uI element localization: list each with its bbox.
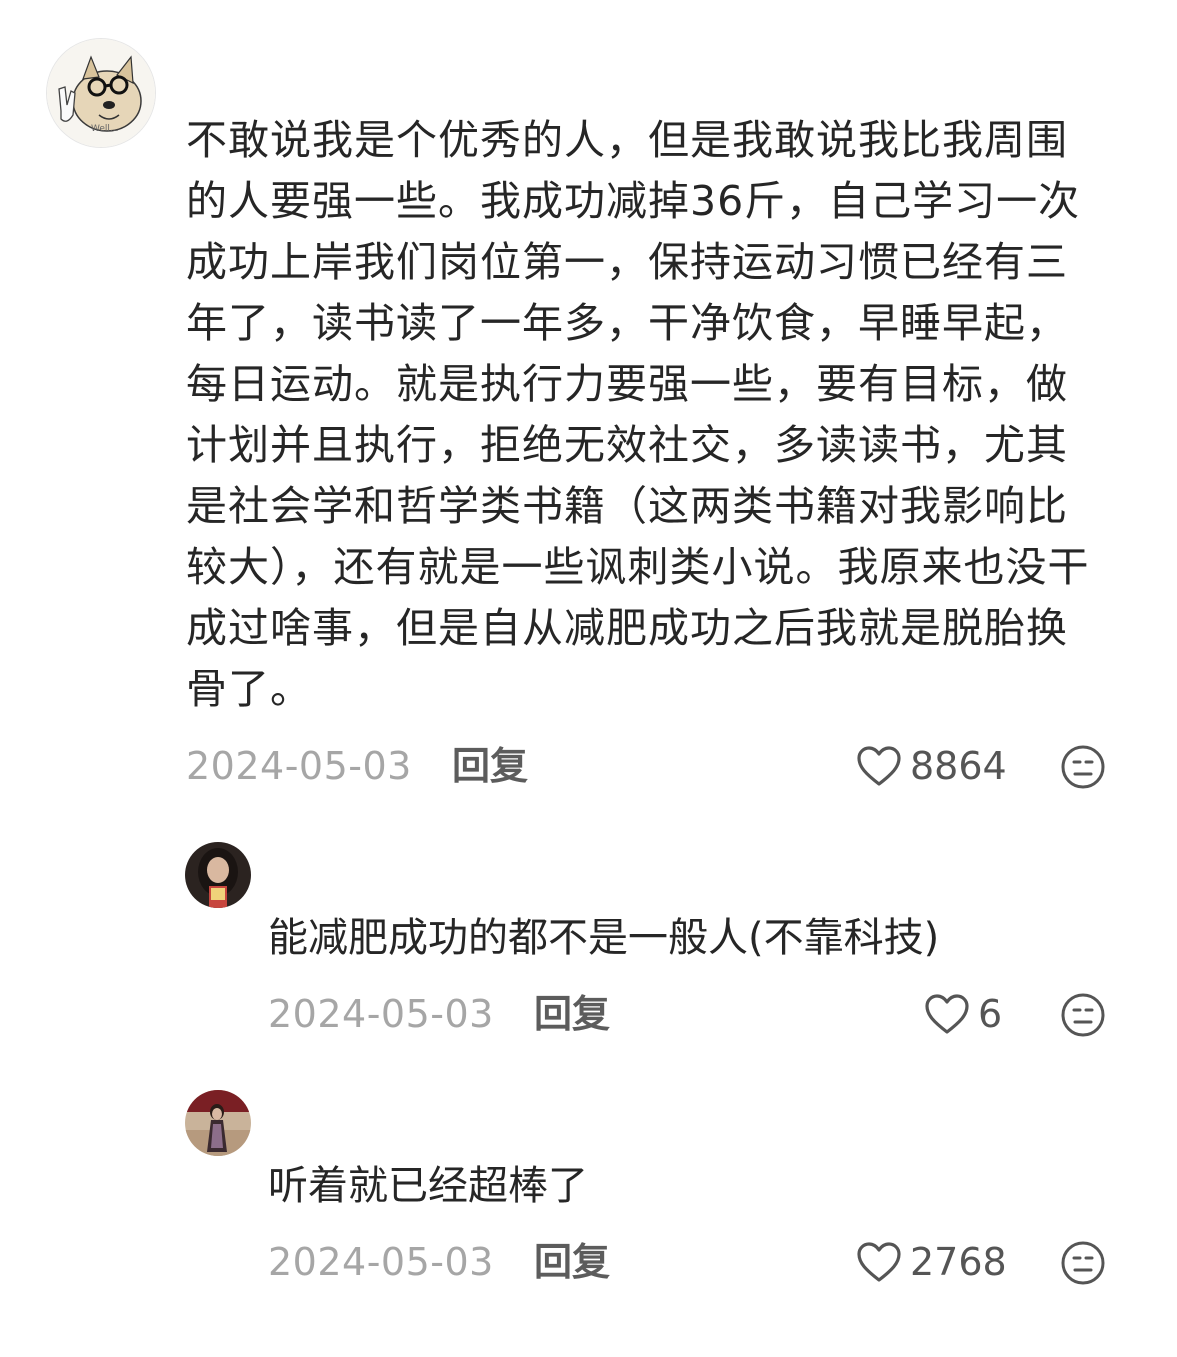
- meh-face-icon: [1061, 1241, 1105, 1285]
- dislike-button[interactable]: [1060, 1240, 1106, 1286]
- comment-date: 2024-05-03: [186, 744, 412, 788]
- heart-outline-icon: [856, 1241, 902, 1283]
- reply-avatar[interactable]: [185, 1090, 251, 1156]
- reply-date: 2024-05-03: [268, 992, 494, 1036]
- dislike-button[interactable]: [1060, 744, 1106, 790]
- dislike-button[interactable]: [1060, 992, 1106, 1038]
- meh-face-icon: [1061, 993, 1105, 1037]
- like-button[interactable]: 2768: [856, 1238, 1007, 1286]
- woman-photo-avatar-image: [185, 1090, 251, 1156]
- reply-button[interactable]: 回复: [452, 742, 528, 790]
- like-button[interactable]: 8864: [856, 742, 1007, 790]
- meh-face-icon: [1061, 745, 1105, 789]
- reply-avatar[interactable]: [185, 842, 251, 908]
- like-button[interactable]: 6: [924, 990, 1002, 1038]
- heart-outline-icon: [924, 993, 970, 1035]
- reply-text: 听着就已经超棒了: [268, 1163, 588, 1209]
- reply-text: 能减肥成功的都不是一般人(不靠科技): [268, 915, 940, 961]
- like-count: 8864: [910, 744, 1007, 788]
- reply-date: 2024-05-03: [268, 1240, 494, 1284]
- comment-text: 不敢说我是个优秀的人，但是我敢说我比我周围的人要强一些。我成功减掉36斤，自己学…: [186, 116, 1090, 713]
- reply-button[interactable]: 回复: [534, 1238, 610, 1286]
- like-count: 2768: [910, 1240, 1007, 1284]
- dog-sketch-avatar-image: Well...: [47, 39, 155, 147]
- reply-button[interactable]: 回复: [534, 990, 610, 1038]
- like-count: 6: [978, 992, 1003, 1036]
- heart-outline-icon: [856, 745, 902, 787]
- commenter-avatar[interactable]: Well...: [46, 38, 156, 148]
- avatar-caption: Well...: [91, 124, 119, 134]
- woman-photo-avatar-image: [185, 842, 251, 908]
